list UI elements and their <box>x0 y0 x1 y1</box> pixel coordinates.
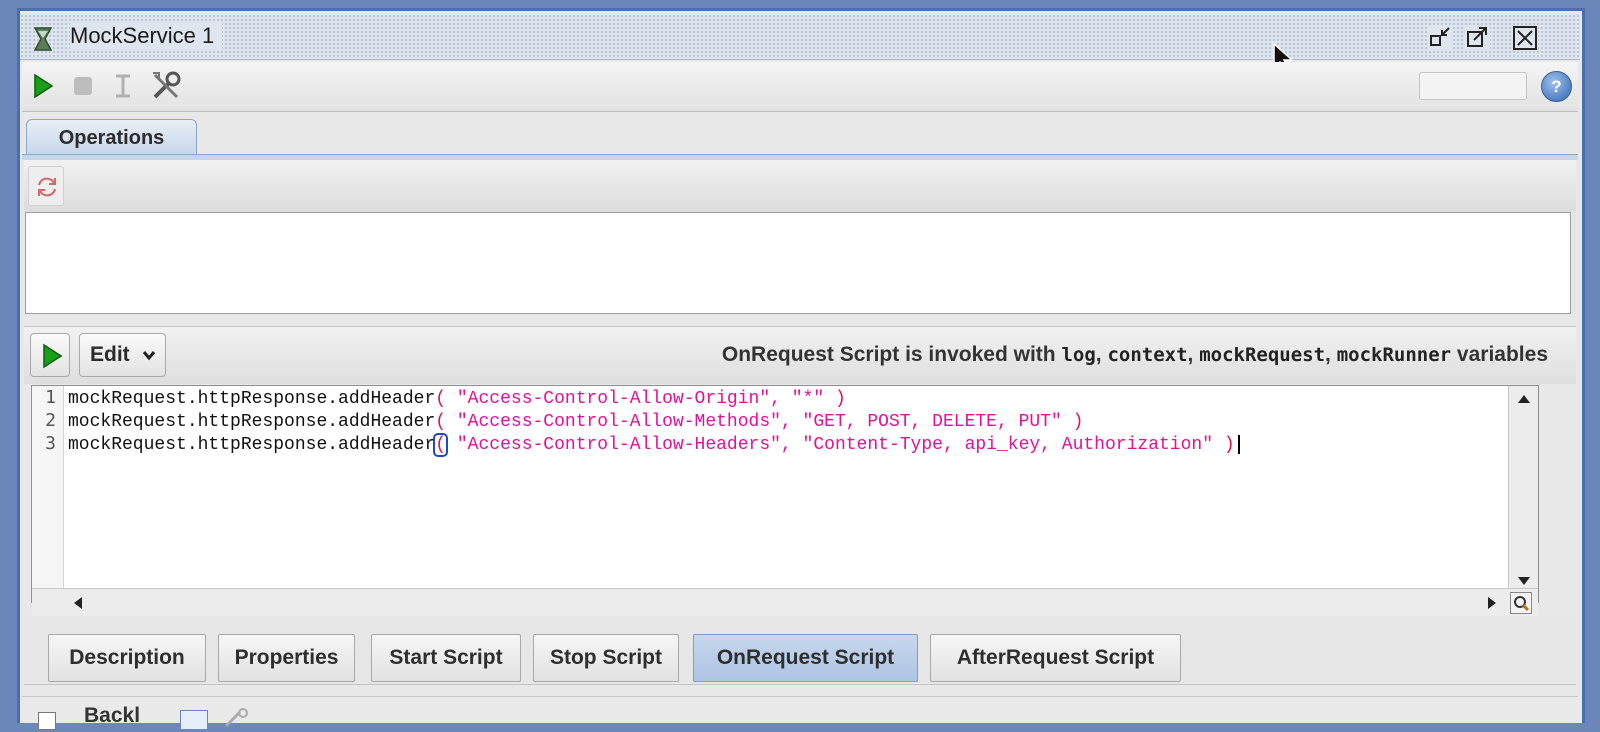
separator: , <box>1187 343 1200 366</box>
var-mockrequest: mockRequest <box>1199 344 1326 366</box>
edit-label: Edit <box>90 343 130 366</box>
window-title: MockService 1 <box>70 22 223 50</box>
description-prefix: OnRequest Script is invoked with <box>721 343 1062 366</box>
open-paren: ( <box>435 412 447 432</box>
bottom-toolbar <box>22 696 1578 723</box>
code-call: mockRequest.httpResponse.addHeader <box>68 412 436 432</box>
open-paren: ( <box>435 389 447 409</box>
line-number: 2 <box>45 410 56 431</box>
tab-onrequest-script[interactable]: OnRequest Script <box>693 634 918 682</box>
checkbox[interactable] <box>38 712 56 730</box>
tools-icon[interactable] <box>222 708 252 728</box>
mockservice-icon <box>32 26 54 52</box>
var-mockrunner: mockRunner <box>1336 344 1452 366</box>
close-icon[interactable] <box>1512 25 1538 51</box>
tab-afterrequest-script[interactable]: AfterRequest Script <box>930 634 1181 682</box>
tab-stop-script[interactable]: Stop Script <box>533 634 679 682</box>
options-icon <box>112 73 134 99</box>
search-input[interactable] <box>1419 72 1527 100</box>
chevron-down-icon <box>142 334 156 376</box>
window-titlebar[interactable] <box>20 14 1580 60</box>
code-line[interactable]: mockRequest.httpResponse.addHeader( "Acc… <box>68 433 1240 457</box>
tab-start-script[interactable]: Start Script <box>371 634 521 682</box>
line-number: 3 <box>45 433 56 454</box>
close-paren: ) <box>1072 412 1084 432</box>
tab-operations[interactable]: Operations <box>26 119 197 155</box>
var-log: log <box>1061 344 1096 366</box>
editor-zoom-icon[interactable] <box>1510 592 1532 614</box>
tab-description[interactable]: Description <box>48 634 206 682</box>
code-args: "Access-Control-Allow-Methods", "GET, PO… <box>446 412 1073 432</box>
tools-icon[interactable] <box>150 70 182 102</box>
text-caret <box>1237 434 1240 454</box>
help-icon[interactable]: ? <box>1541 71 1572 102</box>
close-paren: ) <box>1223 435 1235 455</box>
separator: , <box>1095 343 1108 366</box>
code-call: mockRequest.httpResponse.addHeader <box>68 435 436 455</box>
close-paren: ) <box>834 389 846 409</box>
run-icon[interactable] <box>32 73 54 99</box>
description-suffix: variables <box>1451 343 1548 366</box>
scroll-up-icon[interactable] <box>1517 390 1531 410</box>
code-call: mockRequest.httpResponse.addHeader <box>68 389 436 409</box>
main-toolbar <box>22 62 1578 112</box>
maximize-icon[interactable] <box>1464 25 1490 51</box>
run-icon <box>41 343 63 373</box>
separator: , <box>1325 343 1337 366</box>
stop-icon <box>72 75 94 97</box>
code-args: "Access-Control-Allow-Origin", "*" <box>446 389 835 409</box>
edit-dropdown[interactable]: Edit <box>79 333 166 377</box>
operations-toolbar <box>24 160 1576 212</box>
minimize-icon[interactable] <box>1427 25 1453 51</box>
vertical-scrollbar[interactable] <box>1508 386 1538 602</box>
open-paren: ( <box>433 433 449 457</box>
line-number: 1 <box>45 387 56 408</box>
horizontal-scrollbar[interactable] <box>32 588 1538 616</box>
code-line[interactable]: mockRequest.httpResponse.addHeader( "Acc… <box>68 388 846 410</box>
script-description: OnRequest Script is invoked with log, co… <box>722 340 1548 370</box>
code-args: "Access-Control-Allow-Headers", "Content… <box>446 435 1224 455</box>
tab-properties[interactable]: Properties <box>218 634 355 682</box>
scroll-right-icon[interactable] <box>1486 595 1498 614</box>
edit-icon[interactable] <box>180 710 208 730</box>
bottom-label: Backl <box>84 704 141 727</box>
operations-list[interactable] <box>25 212 1571 314</box>
refresh-button[interactable] <box>28 166 64 206</box>
run-script-button[interactable] <box>30 333 70 377</box>
scroll-left-icon[interactable] <box>72 595 84 614</box>
code-line[interactable]: mockRequest.httpResponse.addHeader( "Acc… <box>68 411 1083 433</box>
refresh-icon <box>35 175 59 203</box>
var-context: context <box>1107 344 1188 366</box>
